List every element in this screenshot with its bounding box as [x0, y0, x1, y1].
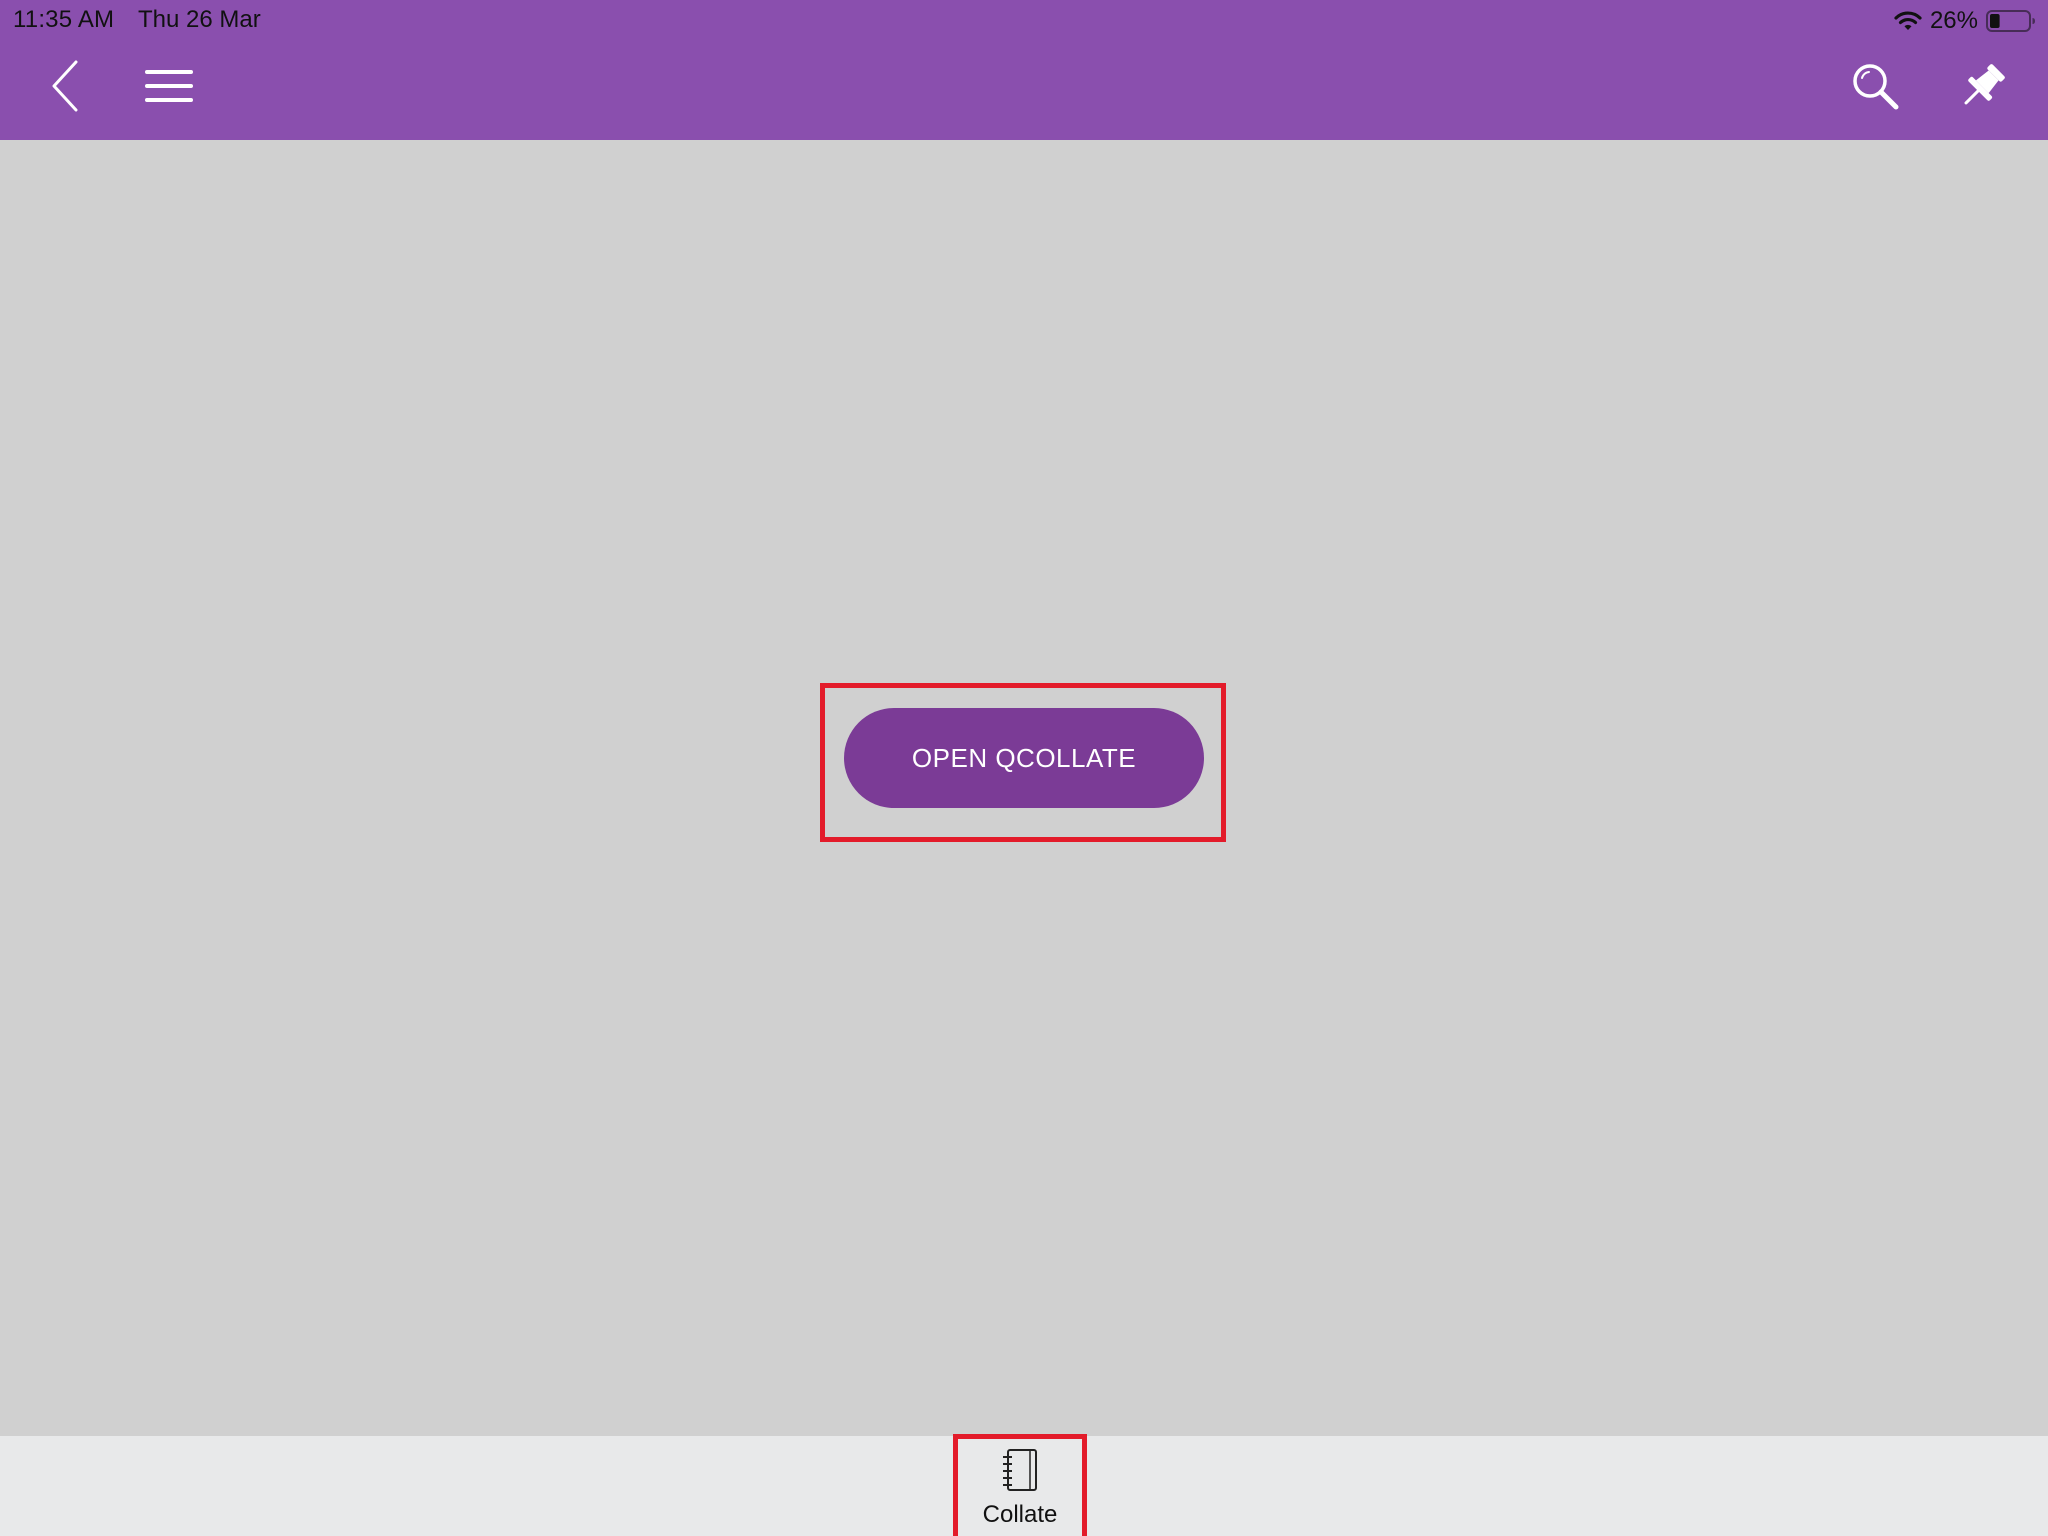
status-indicators: 26%: [1894, 6, 2036, 36]
status-date: Thu 26 Mar: [138, 6, 261, 33]
back-button[interactable]: [30, 53, 100, 123]
status-bar: 11:35 AM Thu 26 Mar 26%: [0, 0, 2048, 40]
wifi-icon: [1894, 10, 1922, 32]
app-screen: 11:35 AM Thu 26 Mar 26% OPEN QCOLLATE Co…: [0, 0, 2048, 1536]
search-icon: [1851, 62, 1899, 115]
notebook-icon: [1000, 1448, 1040, 1497]
tab-collate[interactable]: Collate: [958, 1440, 1082, 1536]
battery-icon: [1986, 9, 2036, 33]
hamburger-menu-icon: [145, 69, 193, 108]
status-time: 11:35 AM: [13, 6, 115, 33]
pin-icon: [1958, 61, 2008, 116]
chevron-left-icon: [50, 60, 80, 117]
tab-collate-label: Collate: [982, 1501, 1058, 1528]
search-button[interactable]: [1840, 53, 1910, 123]
menu-button[interactable]: [134, 53, 204, 123]
open-qcollate-button[interactable]: OPEN QCOLLATE: [844, 708, 1204, 808]
pin-button[interactable]: [1948, 53, 2018, 123]
app-header: 11:35 AM Thu 26 Mar 26%: [0, 0, 2048, 140]
battery-percent: 26%: [1929, 7, 1978, 34]
